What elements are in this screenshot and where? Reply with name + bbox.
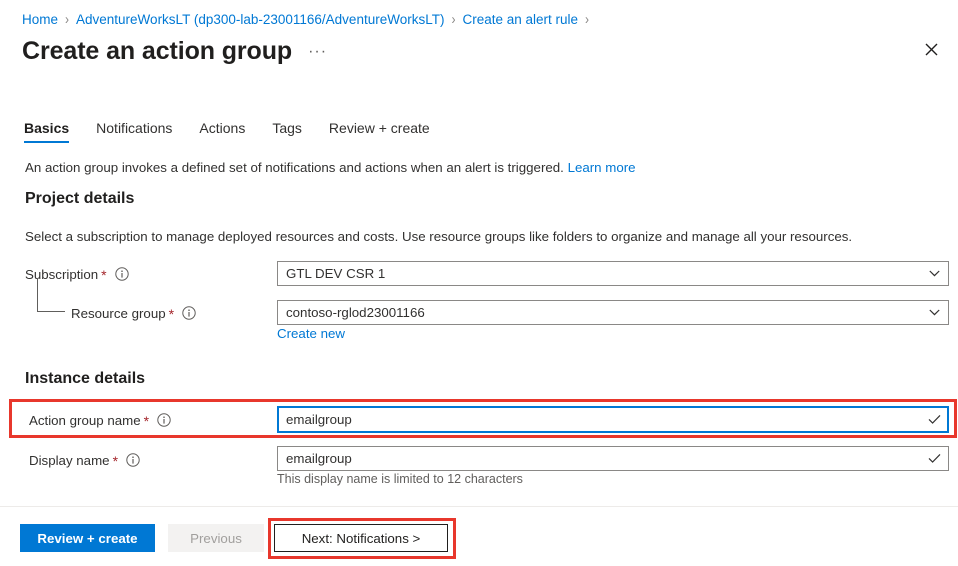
tab-bar: Basics Notifications Actions Tags Review… [24, 117, 457, 143]
learn-more-link[interactable]: Learn more [568, 160, 636, 175]
tab-actions[interactable]: Actions [199, 120, 245, 143]
info-icon[interactable] [126, 453, 140, 467]
required-marker: * [101, 267, 107, 283]
info-icon[interactable] [114, 267, 129, 281]
display-name-label-text: Display name [29, 452, 110, 468]
create-new-resource-group-link[interactable]: Create new [277, 326, 345, 341]
action-group-name-input[interactable]: emailgroup [277, 406, 949, 433]
more-options-icon[interactable]: ··· [308, 44, 327, 60]
breadcrumb-separator-icon: › [585, 10, 590, 28]
resource-group-value: contoso-rglod23001166 [286, 305, 425, 320]
subscription-value: GTL DEV CSR 1 [286, 266, 386, 281]
page-title: Create an action group [22, 37, 293, 65]
breadcrumb-separator-icon: › [65, 10, 70, 28]
blade-description: An action group invokes a defined set of… [25, 159, 636, 177]
chevron-down-icon [926, 305, 942, 321]
next-notifications-button[interactable]: Next: Notifications > [274, 524, 448, 552]
breadcrumb-item-adventureworkslt[interactable]: AdventureWorksLT (dp300-lab-23001166/Adv… [76, 12, 444, 27]
required-marker: * [112, 453, 119, 469]
tab-notifications[interactable]: Notifications [96, 120, 172, 143]
close-icon [925, 43, 938, 56]
display-name-help-text: This display name is limited to 12 chara… [277, 472, 523, 486]
required-marker: * [168, 306, 175, 322]
title-row: Create an action group ··· [22, 36, 327, 66]
display-name-input[interactable]: emailgroup [277, 446, 949, 471]
project-details-heading: Project details [25, 190, 135, 207]
hierarchy-connector [37, 278, 65, 312]
review-create-button[interactable]: Review + create [20, 524, 155, 552]
resource-group-label: Resource group * [71, 303, 196, 323]
breadcrumb-item-create-an-alert-rule[interactable]: Create an alert rule [462, 12, 578, 27]
footer-divider [0, 506, 958, 507]
tab-tags[interactable]: Tags [272, 120, 302, 143]
checkmark-icon [926, 412, 942, 428]
resource-group-dropdown[interactable]: contoso-rglod23001166 [277, 300, 949, 325]
close-button[interactable] [915, 33, 947, 65]
breadcrumb-separator-icon: › [451, 10, 456, 28]
breadcrumb: Home › AdventureWorksLT (dp300-lab-23001… [22, 9, 596, 29]
display-name-value[interactable]: emailgroup [286, 451, 926, 466]
info-icon[interactable] [157, 413, 171, 427]
subscription-dropdown[interactable]: GTL DEV CSR 1 [277, 261, 949, 286]
action-group-name-value[interactable]: emailgroup [286, 412, 926, 427]
display-name-label: Display name * [29, 450, 140, 470]
azure-create-action-group-blade: Home › AdventureWorksLT (dp300-lab-23001… [0, 0, 958, 566]
chevron-down-icon [926, 266, 942, 282]
blade-description-text: An action group invokes a defined set of… [25, 160, 564, 175]
tab-basics[interactable]: Basics [24, 120, 70, 143]
tab-review-create[interactable]: Review + create [329, 120, 430, 143]
required-marker: * [143, 413, 150, 429]
checkmark-icon [926, 451, 942, 467]
breadcrumb-item-home[interactable]: Home [22, 12, 58, 27]
resource-group-label-text: Resource group [71, 305, 166, 321]
action-group-name-label-text: Action group name [29, 412, 141, 428]
project-details-subtext: Select a subscription to manage deployed… [25, 229, 853, 244]
instance-details-heading: Instance details [25, 370, 146, 387]
info-icon[interactable] [182, 306, 196, 320]
previous-button: Previous [168, 524, 264, 552]
action-group-name-label: Action group name * [29, 410, 171, 430]
